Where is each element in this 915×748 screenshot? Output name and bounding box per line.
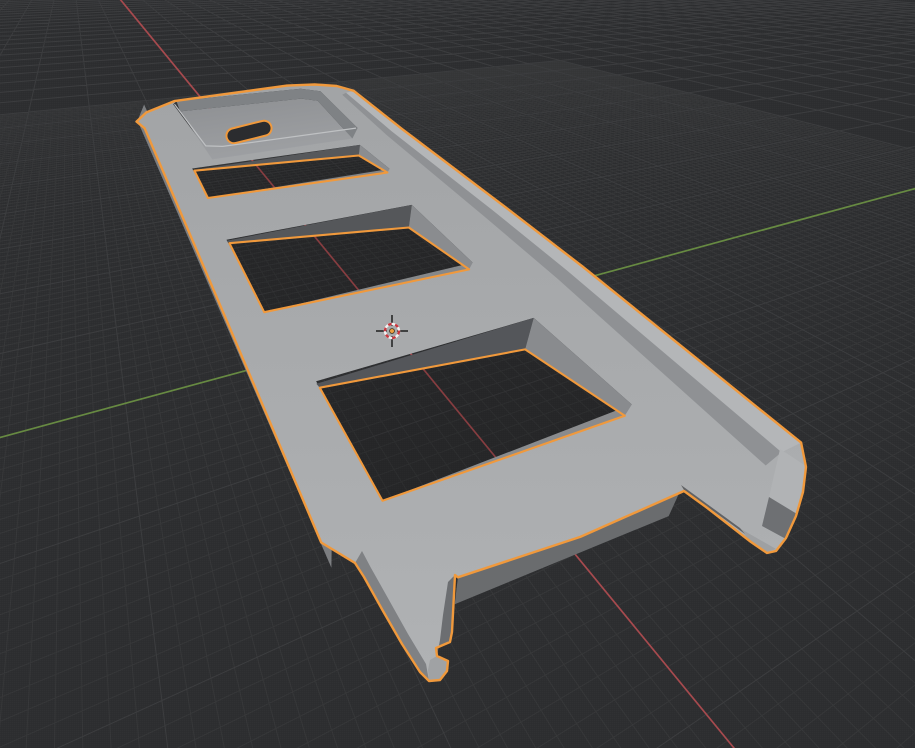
blender-3d-viewport[interactable] <box>0 0 915 748</box>
viewport-canvas[interactable] <box>0 0 915 748</box>
cursor-center-dot <box>390 329 395 334</box>
